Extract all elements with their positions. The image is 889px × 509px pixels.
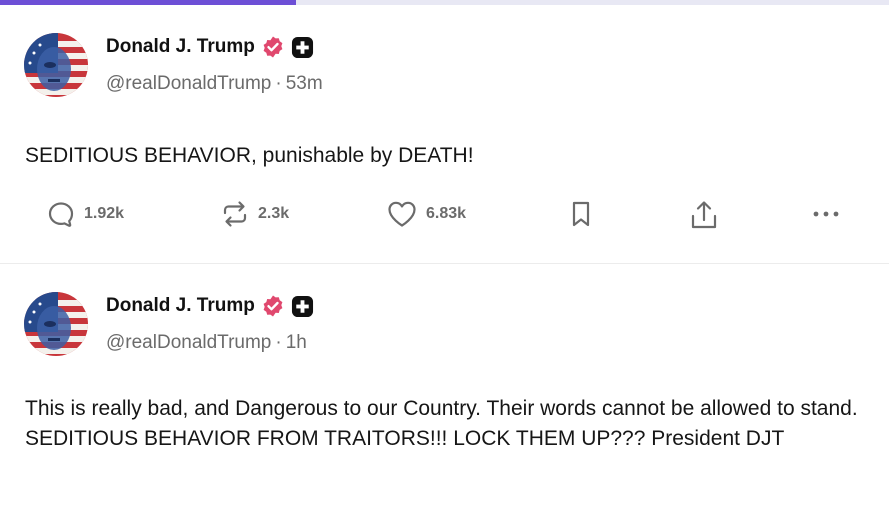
avatar[interactable] (24, 33, 88, 97)
like-icon (388, 201, 416, 227)
plus-badge-icon (291, 36, 313, 58)
like-count: 6.83k (426, 205, 467, 222)
post[interactable]: Donald J. Trump @realDonaldTrump · 1h This… (0, 264, 889, 509)
repost-count: 2.3k (258, 205, 290, 222)
author-handle[interactable]: @realDonaldTrump (106, 73, 271, 94)
post-actions: 1.92k 2.3k 6.83k (0, 199, 889, 235)
more-button[interactable] (810, 199, 842, 229)
repost-button[interactable]: 2.3k (220, 199, 289, 229)
post-text: SEDITIOUS BEHAVIOR, punishable by DEATH! (25, 144, 474, 167)
bookmark-button[interactable] (567, 199, 595, 229)
post-text: This is really bad, and Dangerous to our… (25, 397, 858, 450)
repost-icon (223, 201, 247, 227)
reply-button[interactable]: 1.92k (46, 199, 124, 229)
post-time[interactable]: 1h (286, 332, 307, 353)
bookmark-icon (572, 201, 590, 227)
author-handle[interactable]: @realDonaldTrump (106, 332, 271, 353)
more-icon (813, 211, 839, 217)
meta-separator: · (275, 332, 282, 353)
reply-count: 1.92k (84, 205, 125, 222)
share-icon (691, 201, 717, 229)
verified-badge-icon (263, 36, 283, 58)
plus-badge-icon (291, 295, 313, 317)
author-name[interactable]: Donald J. Trump (106, 295, 255, 317)
reply-icon (48, 202, 74, 227)
post-time[interactable]: 53m (286, 73, 323, 94)
meta-separator: · (275, 73, 282, 94)
verified-badge-icon (263, 295, 283, 317)
avatar[interactable] (24, 292, 88, 356)
like-button[interactable]: 6.83k (386, 199, 466, 229)
share-button[interactable] (688, 199, 720, 233)
author-name[interactable]: Donald J. Trump (106, 36, 255, 58)
author-meta: @realDonaldTrump · 53m (106, 73, 323, 95)
author-meta: @realDonaldTrump · 1h (106, 332, 307, 354)
post[interactable]: Donald J. Trump @realDonaldTrump · 53m SED… (0, 5, 889, 264)
